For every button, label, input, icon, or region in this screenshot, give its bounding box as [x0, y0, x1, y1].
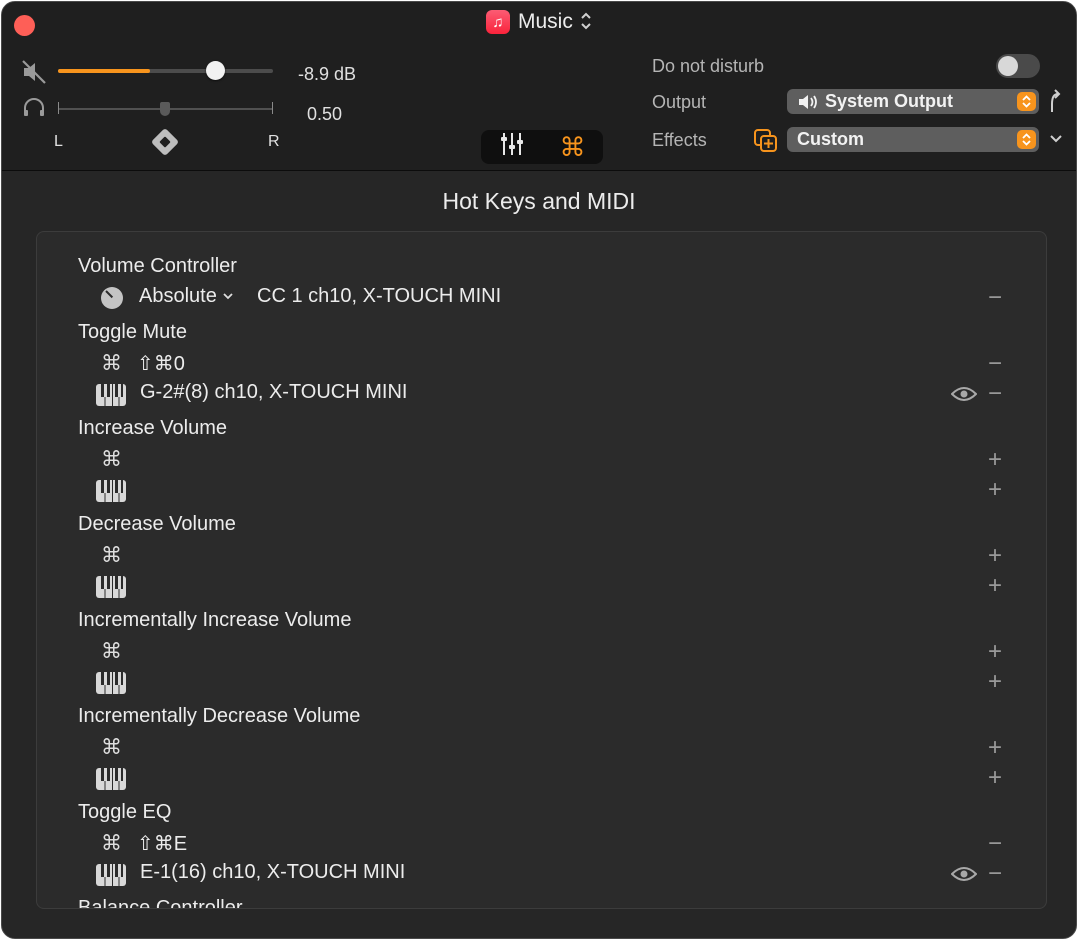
- volume-slider[interactable]: [58, 69, 273, 73]
- route-arrow-icon[interactable]: [1046, 89, 1066, 119]
- effects-label: Effects: [652, 130, 707, 150]
- section-title: Hot Keys and MIDI: [442, 188, 636, 214]
- dnd-toggle[interactable]: [996, 54, 1040, 78]
- balance-tick-left: [58, 102, 59, 114]
- output-select[interactable]: System Output: [787, 89, 1039, 114]
- chevron-down-icon[interactable]: [1048, 130, 1064, 153]
- left-label: L: [54, 133, 63, 150]
- piano-icon: [95, 383, 127, 412]
- add-binding-button[interactable]: +: [985, 766, 1005, 790]
- volume-value: -8.9 dB: [298, 64, 357, 84]
- action-title: Incrementally Decrease Volume: [78, 705, 361, 727]
- add-effect-icon[interactable]: [753, 128, 779, 160]
- headphones-icon: [22, 97, 46, 122]
- remove-binding-button[interactable]: −: [985, 286, 1005, 310]
- hotkeys-view-button[interactable]: ⌘: [542, 130, 603, 164]
- hotkeys-list: Volume Controller Absolute CC 1 ch10, X-TO…: [36, 231, 1047, 909]
- add-binding-button[interactable]: +: [985, 640, 1005, 664]
- command-icon: ⌘: [101, 832, 122, 855]
- chevron-updown-icon: [581, 12, 591, 32]
- knob-icon: [101, 287, 123, 309]
- chevron-down-icon: [221, 285, 235, 307]
- command-icon: ⌘: [101, 352, 122, 375]
- output-value: System Output: [825, 91, 954, 111]
- midi-binding[interactable]: E-1(16) ch10, X-TOUCH MINI: [140, 861, 405, 884]
- app-selector[interactable]: ♫ Music: [486, 8, 591, 36]
- add-binding-button[interactable]: +: [985, 544, 1005, 568]
- speaker-icon: [797, 93, 819, 111]
- remove-binding-button[interactable]: −: [985, 862, 1005, 886]
- right-label: R: [268, 133, 280, 150]
- add-binding-button[interactable]: +: [985, 670, 1005, 694]
- eye-icon[interactable]: [950, 385, 978, 408]
- hotkey-shortcut[interactable]: ⇧⌘0: [137, 351, 185, 376]
- balance-slider-knob[interactable]: [160, 102, 170, 116]
- eye-icon[interactable]: [950, 865, 978, 888]
- app-title: Music: [518, 10, 573, 33]
- add-binding-button[interactable]: +: [985, 448, 1005, 472]
- action-title: Balance Controller: [78, 897, 243, 909]
- music-note-icon: ♫: [486, 10, 510, 34]
- piano-icon: [95, 671, 127, 700]
- dnd-label: Do not disturb: [652, 56, 765, 76]
- action-title: Toggle EQ: [78, 801, 172, 823]
- center-balance-icon[interactable]: [150, 127, 180, 157]
- binding-text: CC 1 ch10, X-TOUCH MINI: [257, 285, 502, 307]
- command-icon: ⌘: [101, 544, 122, 567]
- add-binding-button[interactable]: +: [985, 478, 1005, 502]
- action-title: Increase Volume: [78, 417, 227, 439]
- command-icon: ⌘: [101, 448, 122, 471]
- sliders-icon: [500, 131, 524, 164]
- remove-binding-button[interactable]: −: [985, 382, 1005, 406]
- mixer-view-button[interactable]: [481, 130, 542, 164]
- mode-label: Absolute: [139, 285, 217, 307]
- piano-icon: [95, 863, 127, 892]
- speaker-muted-icon[interactable]: [20, 58, 48, 91]
- chevron-updown-icon: [1017, 92, 1036, 111]
- effects-select[interactable]: Custom: [787, 127, 1039, 152]
- piano-icon: [95, 575, 127, 604]
- hotkey-shortcut[interactable]: ⇧⌘E: [137, 831, 187, 856]
- action-title: Toggle Mute: [78, 321, 187, 343]
- remove-binding-button[interactable]: −: [985, 352, 1005, 376]
- chevron-updown-icon: [1017, 130, 1036, 149]
- view-mode-switch: ⌘: [481, 130, 603, 164]
- titlebar: ♫ Music -8.9 dB 0.50 L R ⌘ Do not distur…: [2, 2, 1076, 171]
- action-title: Volume Controller: [78, 255, 237, 277]
- close-window-button[interactable]: [14, 15, 35, 36]
- mode-select[interactable]: Absolute: [139, 285, 235, 308]
- action-title: Decrease Volume: [78, 513, 236, 535]
- volume-slider-knob[interactable]: [206, 61, 225, 80]
- app-window: ♫ Music -8.9 dB 0.50 L R ⌘ Do not distur…: [1, 1, 1077, 939]
- volume-slider-fill: [58, 69, 150, 73]
- output-label: Output: [652, 92, 707, 112]
- command-icon: ⌘: [101, 736, 122, 759]
- add-binding-button[interactable]: +: [985, 736, 1005, 760]
- piano-icon: [95, 767, 127, 796]
- effects-value: Custom: [797, 129, 864, 149]
- remove-binding-button[interactable]: −: [985, 832, 1005, 856]
- command-icon: ⌘: [559, 131, 586, 162]
- command-icon: ⌘: [101, 640, 122, 663]
- piano-icon: [95, 479, 127, 508]
- action-title: Incrementally Increase Volume: [78, 609, 352, 631]
- balance-value: 0.50: [307, 104, 343, 124]
- balance-tick-right: [272, 102, 273, 114]
- toggle-knob: [998, 56, 1018, 76]
- midi-binding[interactable]: G-2#(8) ch10, X-TOUCH MINI: [140, 381, 407, 404]
- add-binding-button[interactable]: +: [985, 574, 1005, 598]
